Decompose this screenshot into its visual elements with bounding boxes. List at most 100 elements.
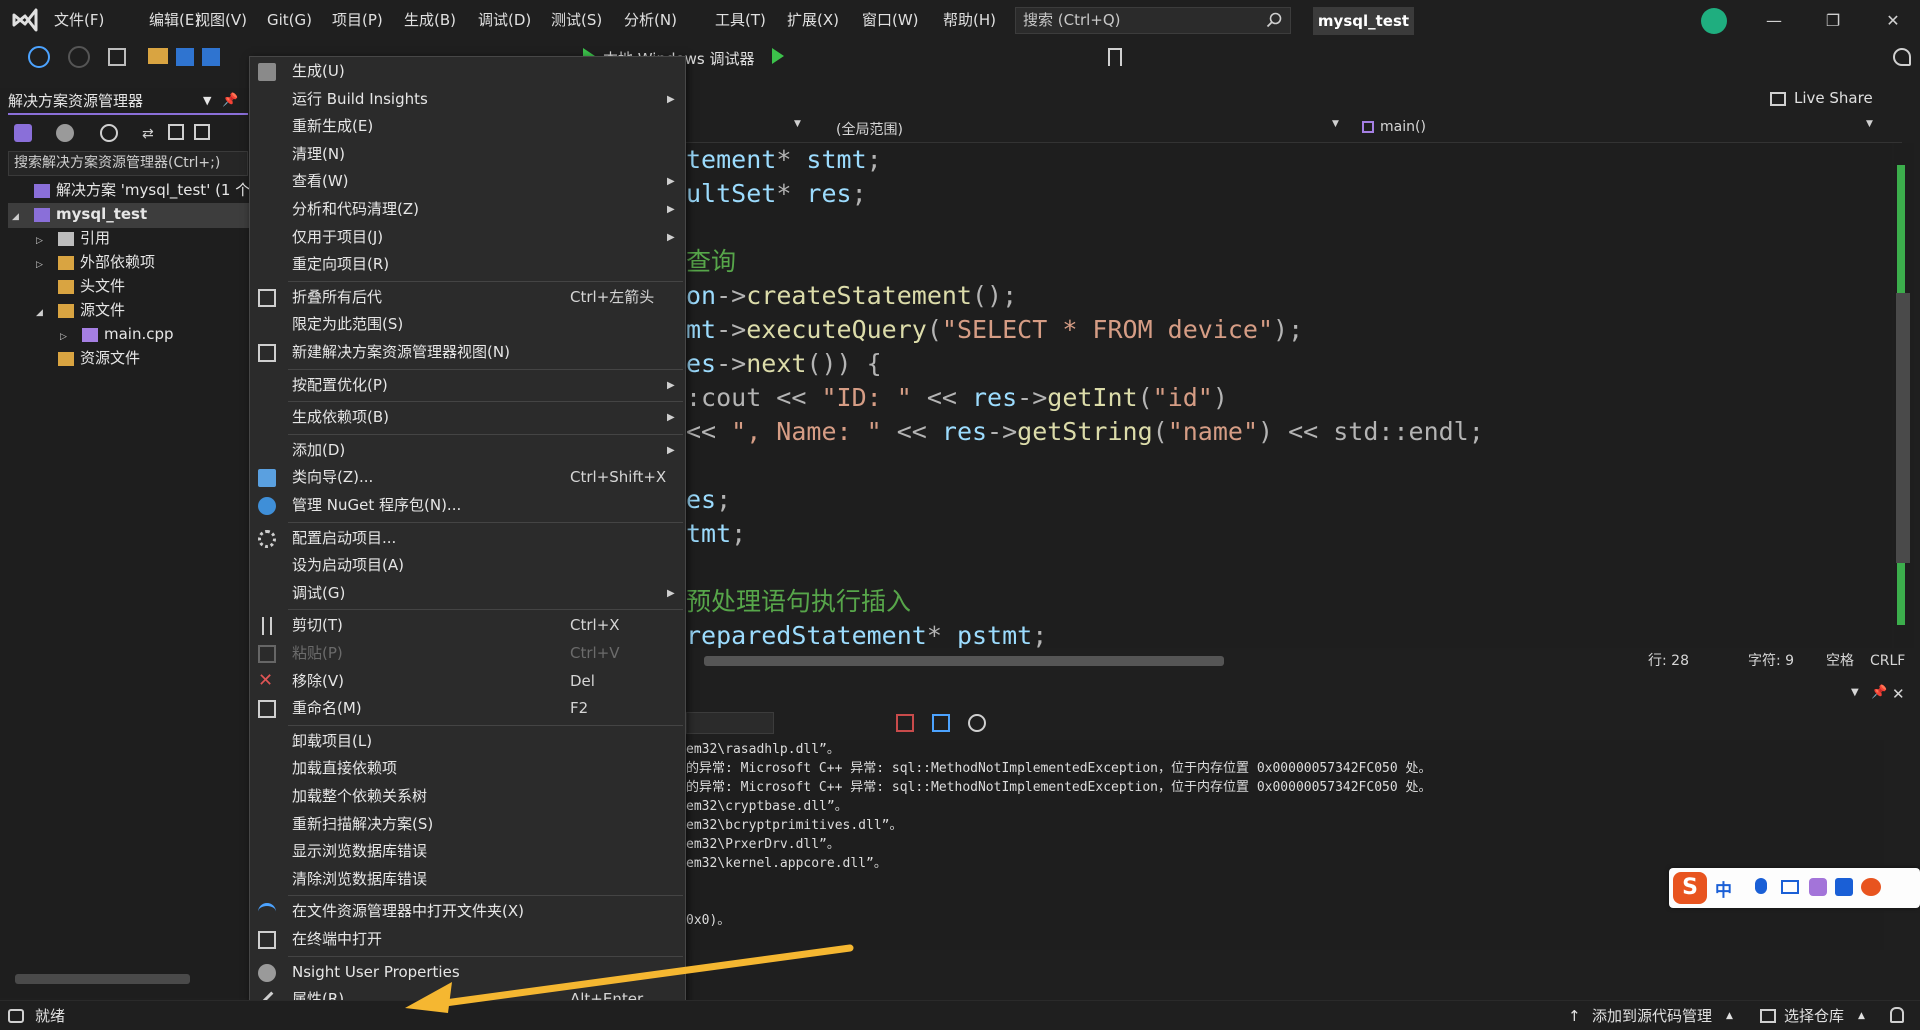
menu-item[interactable]: 加载整个依赖关系树 [250,783,685,810]
bookmark-icon[interactable] [1108,48,1122,66]
repository-caret-icon[interactable]: ▲ [1858,1001,1865,1030]
word-wrap-icon[interactable] [932,714,950,732]
menu-item-5[interactable]: 生成(B) [402,0,458,40]
solution-search-input[interactable]: 搜索解决方案资源管理器(Ctrl+;) [8,151,248,176]
skin-icon[interactable] [1809,878,1827,896]
editor-hscroll-thumb[interactable] [704,656,1224,666]
menu-item-10[interactable]: 扩展(X) [785,0,841,40]
output-source-select[interactable] [686,712,774,734]
menu-item[interactable]: 在终端中打开 [250,926,685,953]
ime-mascot-icon[interactable] [1861,878,1881,896]
menu-item-11[interactable]: 窗口(W) [860,0,921,40]
menu-item[interactable]: ✕ 移除(V) Del [250,668,685,695]
menu-item[interactable]: Nsight User Properties [250,959,685,986]
menu-item[interactable]: 加载直接依赖项 [250,755,685,782]
clear-all-icon[interactable] [896,714,914,732]
menu-item[interactable]: 限定为此范围(S) [250,311,685,338]
switch-views-icon[interactable] [14,124,32,142]
menu-item[interactable]: 重命名(M) F2 [250,695,685,722]
tree-item[interactable]: ▷ main.cpp [60,322,174,346]
menu-item[interactable]: 添加(D) ▶ [250,437,685,464]
menu-item-6[interactable]: 调试(D) [476,0,533,40]
tree-item[interactable]: ▷ 引用 [36,226,110,250]
close-window-button[interactable]: ✕ [1873,8,1913,34]
menu-item[interactable]: 按配置优化(P) ▶ [250,372,685,399]
output-vscrollbar[interactable] [1896,745,1908,945]
menu-item[interactable]: 重新扫描解决方案(S) [250,811,685,838]
menu-item[interactable]: 设为启动项目(A) [250,552,685,579]
output-close-icon[interactable]: ✕ [1892,685,1905,703]
solution-hscrollbar[interactable] [15,974,190,984]
tree-item[interactable]: ▷ 外部依赖项 [36,250,155,274]
member-dropdown[interactable]: main() [1380,119,1426,135]
output-text-area[interactable]: em32\rasadhlp.dll”。 的异常: Microsoft C++ 异常… [686,740,1884,950]
menu-item-3[interactable]: Git(G) [265,0,314,40]
tree-expander-icon[interactable]: ◢ [12,205,34,229]
microphone-icon[interactable] [1755,878,1767,894]
project-scope-dropdown-icon[interactable]: ▼ [794,119,801,129]
back-icon[interactable] [28,46,50,68]
save-icon[interactable] [176,48,194,66]
tree-item[interactable]: 解决方案 'mysql_test' (1 个项目) [12,178,286,202]
menu-item[interactable]: 折叠所有后代 Ctrl+左箭头 [250,284,685,311]
menu-item-2[interactable]: 视图(V) [193,0,249,40]
copilot-icon[interactable] [1701,8,1727,34]
menu-item[interactable]: 分析和代码清理(Z) ▶ [250,196,685,223]
save-all-icon[interactable] [202,48,220,66]
editor-scroll-thumb[interactable] [1896,293,1910,563]
menu-item[interactable]: 重新生成(E) [250,113,685,140]
ime-mode-indicator[interactable]: 中 [1715,876,1732,901]
menu-item[interactable]: 清除浏览数据库错误 [250,866,685,893]
tree-item[interactable]: 资源文件 [36,346,140,370]
eol-indicator[interactable]: CRLF [1870,648,1905,674]
sogou-logo-icon[interactable]: S [1673,872,1707,904]
editor-vscrollbar[interactable] [1894,143,1914,648]
menu-item-4[interactable]: 项目(P) [330,0,385,40]
menu-item[interactable]: 仅用于项目(J) ▶ [250,224,685,251]
output-pin-icon[interactable]: 📌 [1871,685,1887,700]
add-to-source-control-button[interactable]: 添加到源代码管理 [1592,1001,1712,1030]
new-project-icon[interactable] [108,48,126,66]
open-icon[interactable] [148,48,168,64]
menu-item[interactable]: 剪切(T) Ctrl+X [250,612,685,639]
menu-item-8[interactable]: 分析(N) [622,0,679,40]
live-share-button[interactable]: Live Share [1770,85,1873,111]
source-control-caret-icon[interactable]: ▲ [1726,1001,1733,1030]
tree-item[interactable]: 头文件 [36,274,125,298]
spacing-indicator[interactable]: 空格 [1826,648,1854,674]
menu-item[interactable]: 新建解决方案资源管理器视图(N) [250,339,685,366]
menu-item-9[interactable]: 工具(T) [713,0,768,40]
scope-dropdown[interactable]: (全局范围) [836,119,903,139]
char-indicator[interactable]: 字符: 9 [1748,648,1794,674]
line-indicator[interactable]: 行: 28 [1648,648,1689,674]
apps-grid-icon[interactable] [1835,878,1853,896]
menu-item[interactable]: 重定向项目(R) [250,251,685,278]
menu-item[interactable]: 查看(W) ▶ [250,168,685,195]
menu-item[interactable]: 卸载项目(L) [250,728,685,755]
keyboard-icon[interactable] [1781,880,1799,894]
menu-item[interactable]: 配置启动项目... [250,525,685,552]
panel-dropdown-icon[interactable]: ▼ [203,90,211,112]
menu-item[interactable]: 调试(G) ▶ [250,580,685,607]
menu-item[interactable]: 管理 NuGet 程序包(N)... [250,492,685,519]
menu-item[interactable]: 运行 Build Insights ▶ [250,86,685,113]
minimize-button[interactable]: — [1754,8,1794,34]
menu-item-12[interactable]: 帮助(H) [941,0,998,40]
collapse-all-icon[interactable] [168,124,184,140]
menu-item[interactable]: 在文件资源管理器中打开文件夹(X) [250,898,685,925]
menu-item[interactable]: 生成依赖项(B) ▶ [250,404,685,431]
history-icon[interactable] [100,124,118,142]
code-editor[interactable]: tement* stmt; ultSet* res; 查询 on->createSta… [686,143,1892,653]
restore-button[interactable]: ❐ [1813,8,1853,34]
menu-item-0[interactable]: 文件(F) [52,0,106,40]
home-icon[interactable] [56,124,74,142]
select-repository-button[interactable]: 选择仓库 [1784,1001,1844,1030]
feedback-icon[interactable] [1893,48,1911,66]
tree-item[interactable]: ◢ 源文件 [36,298,125,322]
menu-item[interactable]: 生成(U) [250,58,685,85]
menu-item-7[interactable]: 测试(S) [549,0,604,40]
pin-icon[interactable]: 📌 [222,90,238,112]
tree-item[interactable]: ◢ mysql_test [12,202,147,226]
output-dropdown-icon[interactable]: ▼ [1851,687,1859,698]
project-name-badge[interactable]: mysql_test [1313,7,1414,35]
